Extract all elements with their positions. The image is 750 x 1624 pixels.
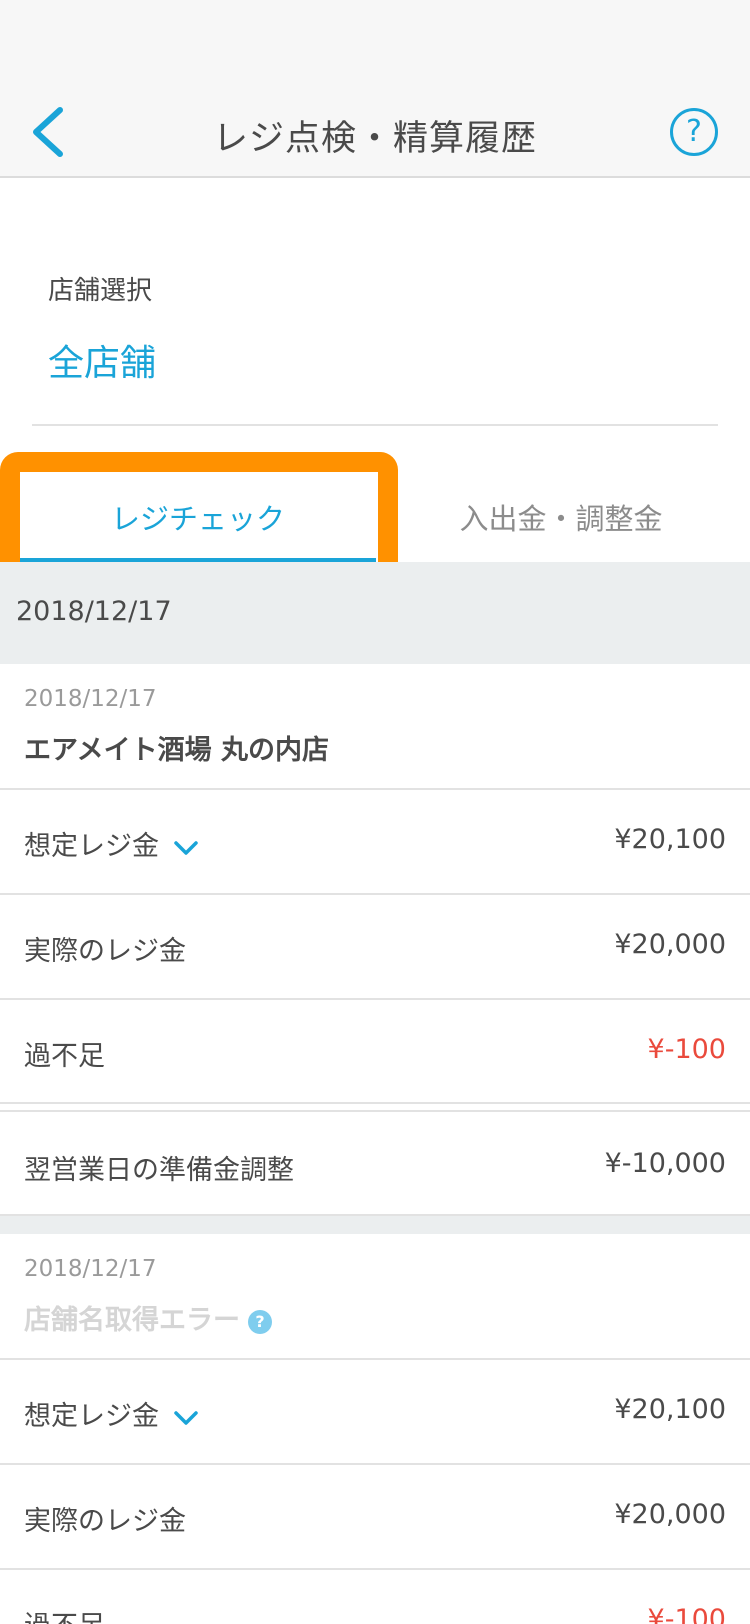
difference-row: 過不足 ¥-100 bbox=[0, 1000, 750, 1104]
row-label: 過不足 bbox=[24, 1041, 105, 1072]
section-date: 2018/12/17 bbox=[16, 596, 172, 627]
expected-cash-row[interactable]: 想定レジ金 ¥20,100 bbox=[0, 790, 750, 895]
difference-row: 過不足 ¥-100 bbox=[0, 1570, 750, 1624]
row-value: ¥20,000 bbox=[614, 1499, 726, 1530]
record-date: 2018/12/17 bbox=[24, 1256, 157, 1282]
section-gap bbox=[0, 1216, 750, 1234]
actual-cash-row: 実際のレジ金 ¥20,000 bbox=[0, 1465, 750, 1570]
tab-register-check[interactable]: レジチェック bbox=[20, 452, 376, 562]
tab-deposit-adjustment[interactable]: 入出金・調整金 bbox=[386, 452, 736, 562]
row-label: 実際のレジ金 bbox=[24, 1506, 186, 1537]
tab-label: 入出金・調整金 bbox=[459, 502, 663, 536]
row-value: ¥20,100 bbox=[614, 1394, 726, 1425]
row-value: ¥20,100 bbox=[614, 824, 726, 855]
expected-cash-row[interactable]: 想定レジ金 ¥20,100 bbox=[0, 1360, 750, 1465]
record-header: 2018/12/17 エアメイト酒場 丸の内店 bbox=[0, 664, 750, 790]
tab-bar: レジチェック 入出金・調整金 bbox=[0, 452, 750, 562]
row-label-text: 想定レジ金 bbox=[24, 1401, 159, 1432]
error-help-icon[interactable]: ? bbox=[248, 1309, 272, 1334]
row-value: ¥-100 bbox=[647, 1604, 726, 1624]
store-select-section: 店舗選択 全店舗 bbox=[0, 180, 750, 426]
tab-label: レジチェック bbox=[110, 502, 285, 536]
reserve-adjustment-row: 翌営業日の準備金調整 ¥-10,000 bbox=[0, 1110, 750, 1216]
navigation-bar: レジ点検・精算履歴 ? bbox=[0, 86, 750, 178]
help-button[interactable]: ? bbox=[670, 108, 718, 156]
row-label: 翌営業日の準備金調整 bbox=[24, 1155, 294, 1186]
page-title: レジ点検・精算履歴 bbox=[212, 119, 537, 159]
actual-cash-row: 実際のレジ金 ¥20,000 bbox=[0, 895, 750, 1000]
status-bar bbox=[0, 0, 750, 86]
record-store-name: エアメイト酒場 丸の内店 bbox=[24, 735, 330, 766]
record-date: 2018/12/17 bbox=[24, 686, 157, 712]
error-store-text: 店舗名取得エラー bbox=[24, 1305, 240, 1336]
help-icon: ? bbox=[686, 114, 702, 149]
date-section-header: 2018/12/17 bbox=[0, 562, 750, 664]
row-value: ¥20,000 bbox=[614, 929, 726, 960]
record-header: 2018/12/17 店舗名取得エラー? bbox=[0, 1234, 750, 1360]
row-value: ¥-100 bbox=[647, 1034, 726, 1065]
row-label: 想定レジ金 bbox=[24, 824, 199, 863]
row-label: 実際のレジ金 bbox=[24, 936, 186, 967]
chevron-down-icon[interactable] bbox=[173, 840, 199, 856]
store-select-label: 店舗選択 bbox=[48, 276, 153, 306]
row-value: ¥-10,000 bbox=[604, 1148, 726, 1179]
store-select-value[interactable]: 全店舗 bbox=[48, 334, 156, 386]
chevron-down-icon[interactable] bbox=[173, 1410, 199, 1426]
row-label: 過不足 bbox=[24, 1604, 105, 1624]
row-label: 想定レジ金 bbox=[24, 1394, 199, 1433]
record-store-name-error: 店舗名取得エラー? bbox=[24, 1298, 272, 1337]
row-label-text: 想定レジ金 bbox=[24, 831, 159, 862]
divider bbox=[32, 424, 718, 426]
